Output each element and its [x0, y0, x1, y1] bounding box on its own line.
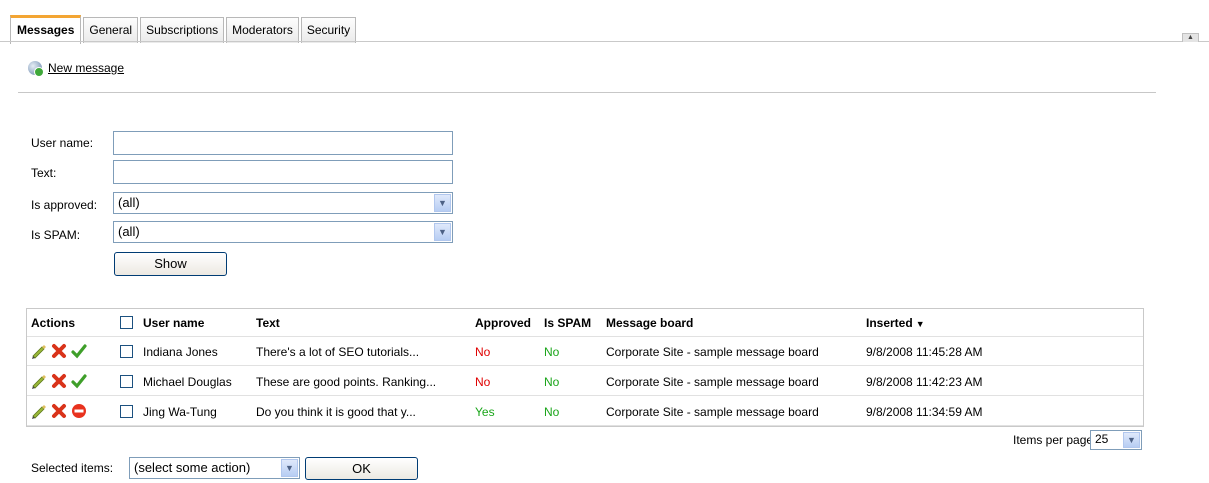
- col-inserted-label: Inserted: [866, 316, 913, 330]
- col-is-spam[interactable]: Is SPAM: [544, 316, 591, 330]
- tab-list: Messages General Subscriptions Moderator…: [10, 14, 358, 44]
- selected-items-label: Selected items:: [31, 461, 114, 475]
- delete-icon[interactable]: [51, 373, 67, 389]
- row-inserted: 9/8/2008 11:34:59 AM: [866, 405, 983, 419]
- new-message-action[interactable]: New message: [28, 61, 124, 77]
- col-approved[interactable]: Approved: [475, 316, 531, 330]
- row-message-board: Corporate Site - sample message board: [606, 345, 819, 359]
- new-message-link[interactable]: New message: [48, 61, 124, 75]
- row-inserted: 9/8/2008 11:42:23 AM: [866, 375, 983, 389]
- col-inserted[interactable]: Inserted ▼: [866, 316, 925, 330]
- chevron-down-icon[interactable]: ▼: [434, 223, 451, 241]
- table-row: Indiana Jones There's a lot of SEO tutor…: [27, 338, 1143, 366]
- select-all-checkbox[interactable]: [120, 316, 133, 329]
- is-spam-select[interactable]: (all) ▼: [113, 221, 453, 243]
- ok-button[interactable]: OK: [305, 457, 418, 480]
- chevron-down-icon[interactable]: ▼: [434, 194, 451, 212]
- row-user-name: Michael Douglas: [143, 375, 232, 389]
- items-per-page-value: 25: [1095, 432, 1109, 446]
- row-message-board: Corporate Site - sample message board: [606, 405, 819, 419]
- is-approved-value: (all): [118, 195, 140, 210]
- show-button[interactable]: Show: [114, 252, 227, 276]
- row-user-name: Indiana Jones: [143, 345, 218, 359]
- row-approved: No: [475, 375, 491, 389]
- chevron-down-icon[interactable]: ▼: [1123, 432, 1140, 448]
- items-per-page-label: Items per page:: [1013, 433, 1097, 447]
- edit-icon[interactable]: [31, 373, 47, 389]
- row-checkbox[interactable]: [120, 405, 133, 418]
- row-text: These are good points. Ranking...: [256, 375, 437, 389]
- is-approved-select[interactable]: (all) ▼: [113, 192, 453, 214]
- table-row: Jing Wa-Tung Do you think it is good tha…: [27, 398, 1143, 426]
- user-name-input[interactable]: [113, 131, 453, 155]
- is-spam-label: Is SPAM:: [31, 228, 81, 242]
- row-text: Do you think it is good that y...: [256, 405, 416, 419]
- row-checkbox[interactable]: [120, 375, 133, 388]
- tab-strip-border: [0, 41, 1209, 42]
- col-actions: Actions: [31, 316, 76, 330]
- tab-strip: Messages General Subscriptions Moderator…: [0, 0, 1209, 44]
- text-label: Text:: [31, 166, 57, 180]
- row-text: There's a lot of SEO tutorials...: [256, 345, 420, 359]
- user-name-label: User name:: [31, 136, 94, 150]
- delete-icon[interactable]: [51, 403, 67, 419]
- grid-header: Actions User name Text Approved Is SPAM …: [27, 309, 1143, 337]
- chevron-down-icon[interactable]: ▼: [281, 459, 298, 477]
- row-message-board: Corporate Site - sample message board: [606, 375, 819, 389]
- reject-icon[interactable]: [71, 403, 87, 419]
- messages-grid: Actions User name Text Approved Is SPAM …: [26, 308, 1144, 427]
- bulk-action-value: (select some action): [134, 460, 251, 475]
- tab-security[interactable]: Security: [300, 17, 357, 43]
- edit-icon[interactable]: [31, 403, 47, 419]
- is-approved-label: Is approved:: [31, 198, 98, 212]
- row-approved: Yes: [475, 405, 495, 419]
- table-row: Michael Douglas These are good points. R…: [27, 368, 1143, 396]
- row-is-spam: No: [544, 345, 560, 359]
- row-user-name: Jing Wa-Tung: [143, 405, 217, 419]
- row-is-spam: No: [544, 405, 560, 419]
- tab-moderators[interactable]: Moderators: [226, 17, 299, 43]
- new-message-icon: [28, 61, 44, 77]
- is-spam-value: (all): [118, 224, 140, 239]
- scroll-up-icon[interactable]: ▲: [1182, 33, 1199, 42]
- row-approved: No: [475, 345, 491, 359]
- col-message-board[interactable]: Message board: [606, 316, 693, 330]
- sort-desc-icon: ▼: [915, 319, 925, 329]
- tab-subscriptions[interactable]: Subscriptions: [140, 17, 225, 43]
- bulk-action-select[interactable]: (select some action) ▼: [129, 457, 300, 479]
- tab-general[interactable]: General: [83, 17, 139, 43]
- row-checkbox[interactable]: [120, 345, 133, 358]
- text-input[interactable]: [113, 160, 453, 184]
- toolbar-divider: [18, 92, 1156, 93]
- row-inserted: 9/8/2008 11:45:28 AM: [866, 345, 983, 359]
- approve-icon[interactable]: [71, 343, 87, 359]
- row-is-spam: No: [544, 375, 560, 389]
- items-per-page-select[interactable]: 25 ▼: [1090, 430, 1142, 450]
- col-user-name[interactable]: User name: [143, 316, 204, 330]
- col-text[interactable]: Text: [256, 316, 280, 330]
- delete-icon[interactable]: [51, 343, 67, 359]
- tab-messages[interactable]: Messages: [10, 15, 82, 44]
- approve-icon[interactable]: [71, 373, 87, 389]
- edit-icon[interactable]: [31, 343, 47, 359]
